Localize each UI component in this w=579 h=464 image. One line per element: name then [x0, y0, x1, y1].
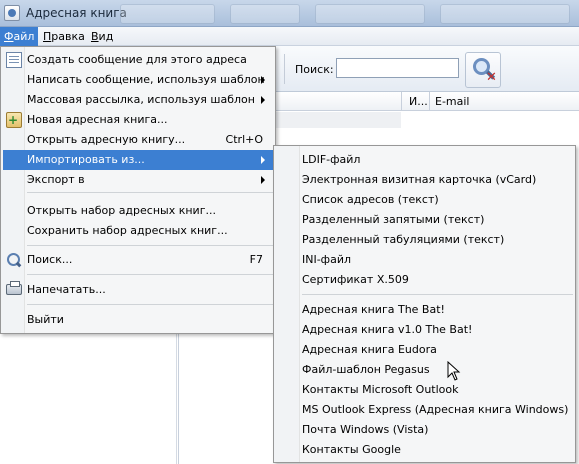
menu-item-label: Выйти [27, 313, 64, 326]
file-menu-item[interactable]: Новая адресная книга... [3, 110, 273, 130]
window-title: Адресная книга [26, 6, 127, 20]
clear-search-icon: ✕ [486, 70, 497, 85]
import-submenu: LDIF-файл Электронная визитная карточка (… [273, 145, 576, 463]
menu-item-label: Создать сообщение для этого адреса [27, 53, 247, 66]
menu-item-label: Сохранить набор адресных книг... [27, 224, 228, 237]
menu-item-label: LDIF-файл [302, 153, 361, 166]
menu-item-label: MS Outlook Express (Адресная книга Windo… [302, 403, 569, 416]
file-menu-item[interactable]: Импортировать из... [3, 150, 273, 170]
app-icon [4, 5, 20, 21]
file-menu-item[interactable]: Напечатать... [3, 280, 273, 300]
menu-item-label: Открыть набор адресных книг... [27, 204, 216, 217]
file-menu-item[interactable]: Экспорт в [3, 170, 273, 190]
menu-item-label: Разделенный запятыми (текст) [302, 213, 485, 226]
mouse-cursor-icon [447, 361, 461, 381]
menu-view[interactable]: Вид [87, 27, 117, 46]
printer-icon [6, 281, 22, 295]
background-tab [440, 4, 570, 24]
file-menu-item[interactable]: Сохранить набор адресных книг... [3, 221, 273, 241]
menu-item-label: Напечатать... [27, 283, 106, 296]
import-menu-item[interactable]: Контакты Microsoft Outlook [276, 380, 573, 400]
menu-item-label: Экспорт в [27, 173, 85, 186]
search-input[interactable] [336, 58, 459, 78]
file-menu-item[interactable]: Написать сообщение, используя шаблон [3, 70, 273, 90]
menu-separator [27, 274, 273, 275]
menu-edit[interactable]: Правка [39, 27, 89, 46]
menu-item-label: Контакты Microsoft Outlook [302, 383, 459, 396]
menu-item-label: Адресная книга v1.0 The Bat! [302, 323, 473, 336]
menu-item-label: Сертификат X.509 [302, 273, 409, 286]
column-divider[interactable] [401, 92, 402, 111]
menu-separator [302, 294, 573, 295]
new-message-icon [6, 52, 22, 68]
menu-item-label: Новая адресная книга... [27, 113, 168, 126]
import-menu-item[interactable]: Электронная визитная карточка (vCard) [276, 170, 573, 190]
submenu-arrow-icon [261, 76, 265, 84]
menu-item-label: Адресная книга The Bat! [302, 303, 445, 316]
menu-item-label: Адресная книга Eudora [302, 343, 437, 356]
import-menu-item[interactable]: Почта Windows (Vista) [276, 420, 573, 440]
import-menu-item[interactable]: MS Outlook Express (Адресная книга Windo… [276, 400, 573, 420]
file-menu-item[interactable]: Создать сообщение для этого адреса [3, 50, 273, 70]
file-menu-item[interactable]: Открыть адресную книгу... Ctrl+O [3, 130, 273, 150]
import-menu-item[interactable]: Разделенный табуляциями (текст) [276, 230, 573, 250]
menu-file[interactable]: Файл [0, 27, 39, 46]
menu-item-label: INI-файл [302, 253, 352, 266]
menu-item-label: Файл-шаблон Pegasus [302, 363, 430, 376]
file-menu-item[interactable]: Открыть набор адресных книг... [3, 201, 273, 221]
search-icon [6, 252, 22, 268]
import-menu-item[interactable]: INI-файл [276, 250, 573, 270]
toolbar-separator [284, 54, 285, 84]
import-menu-item[interactable]: Разделенный запятыми (текст) [276, 210, 573, 230]
file-menu: Создать сообщение для этого адреса Написа… [0, 46, 276, 334]
column-header-name[interactable]: И... [409, 95, 428, 108]
import-menu-item[interactable]: Файл-шаблон Pegasus [276, 360, 573, 380]
file-menu-item[interactable]: Выйти [3, 310, 273, 330]
menu-item-label: Написать сообщение, используя шаблон [27, 73, 265, 86]
import-menu-item[interactable]: Сертификат X.509 [276, 270, 573, 290]
menu-item-label: Открыть адресную книгу... [27, 133, 186, 146]
submenu-arrow-icon [261, 156, 265, 164]
menu-item-label: Импортировать из... [27, 153, 145, 166]
submenu-arrow-icon [261, 96, 265, 104]
menu-item-shortcut: F7 [249, 253, 263, 266]
background-tab [230, 4, 300, 24]
menu-separator [27, 245, 273, 246]
import-menu-item[interactable]: Список адресов (текст) [276, 190, 573, 210]
background-tab [315, 4, 425, 24]
menu-item-shortcut: Ctrl+O [225, 133, 263, 146]
background-tab [120, 4, 215, 24]
title-bar: Адресная книга [0, 0, 579, 27]
search-label: Поиск: [295, 63, 334, 76]
menu-item-label: Почта Windows (Vista) [302, 423, 429, 436]
new-address-book-icon [6, 112, 22, 128]
column-divider[interactable] [429, 92, 430, 111]
import-menu-item[interactable]: Адресная книга The Bat! [276, 300, 573, 320]
import-menu-item[interactable]: Адресная книга v1.0 The Bat! [276, 320, 573, 340]
menu-item-label: Массовая рассылка, используя шаблон [27, 93, 255, 106]
import-menu-item[interactable]: Контакты Google [276, 440, 573, 460]
import-menu-item[interactable]: Адресная книга Eudora [276, 340, 573, 360]
menu-separator [27, 304, 273, 305]
file-menu-item[interactable]: Поиск... F7 [3, 250, 273, 270]
column-header-email[interactable]: E-mail [435, 95, 470, 108]
menu-bar: Файл Правка Вид [0, 27, 579, 46]
submenu-arrow-icon [261, 176, 265, 184]
menu-separator [27, 192, 273, 193]
menu-item-label: Контакты Google [302, 443, 401, 456]
menu-item-label: Электронная визитная карточка (vCard) [302, 173, 537, 186]
import-menu-item[interactable]: LDIF-файл [276, 150, 573, 170]
menu-item-label: Список адресов (текст) [302, 193, 439, 206]
file-menu-item[interactable]: Массовая рассылка, используя шаблон [3, 90, 273, 110]
menu-item-label: Разделенный табуляциями (текст) [302, 233, 505, 246]
search-button[interactable]: ✕ [465, 52, 501, 88]
menu-item-label: Поиск... [27, 253, 73, 266]
